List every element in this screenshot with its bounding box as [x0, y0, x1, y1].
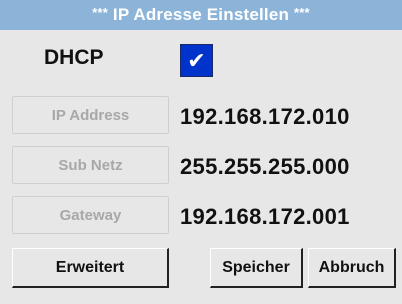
cancel-button[interactable]: Abbruch [308, 248, 396, 288]
gateway-value: 192.168.172.001 [180, 204, 350, 229]
subnet-value: 255.255.255.000 [180, 154, 350, 179]
ip-settings-screen: *** IP Adresse Einstellen *** DHCP ✔ IP … [0, 0, 402, 304]
dhcp-label: DHCP [44, 46, 104, 69]
gateway-button[interactable]: Gateway [12, 196, 169, 234]
check-icon: ✔ [187, 47, 206, 73]
advanced-button[interactable]: Erweitert [12, 248, 169, 288]
title-stars-right: *** [294, 5, 310, 20]
title-bar: *** IP Adresse Einstellen *** [0, 0, 402, 30]
save-button[interactable]: Speicher [210, 248, 303, 288]
ip-address-button[interactable]: IP Address [12, 96, 169, 134]
ip-address-value: 192.168.172.010 [180, 104, 350, 129]
subnet-button[interactable]: Sub Netz [12, 146, 169, 184]
title-stars-left: *** [92, 5, 108, 20]
page-title: IP Adresse Einstellen [112, 5, 290, 24]
dhcp-checkbox[interactable]: ✔ [180, 44, 213, 77]
